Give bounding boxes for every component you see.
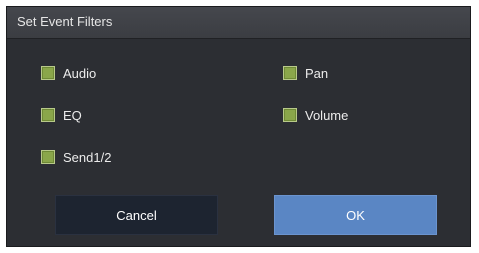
checkbox-checked-icon[interactable] — [41, 150, 55, 164]
dialog-title: Set Event Filters — [17, 14, 113, 29]
ok-button[interactable]: OK — [274, 195, 437, 235]
set-event-filters-dialog: Set Event Filters Audio Pan EQ Volume Se… — [6, 6, 471, 247]
volume-filter-checkbox[interactable]: Volume — [283, 106, 348, 124]
eq-filter-label: EQ — [63, 107, 82, 123]
volume-filter-label: Volume — [305, 107, 349, 123]
audio-filter-label: Audio — [63, 65, 97, 81]
dialog-title-bar: Set Event Filters — [7, 7, 470, 39]
checkbox-checked-icon[interactable] — [41, 108, 55, 122]
checkbox-checked-icon[interactable] — [283, 66, 297, 80]
cancel-button[interactable]: Cancel — [55, 195, 218, 235]
audio-filter-checkbox[interactable]: Audio — [41, 64, 96, 82]
pan-filter-checkbox[interactable]: Pan — [283, 64, 328, 82]
checkbox-checked-icon[interactable] — [41, 66, 55, 80]
send-filter-label: Send1/2 — [63, 149, 112, 165]
checkbox-checked-icon[interactable] — [283, 108, 297, 122]
eq-filter-checkbox[interactable]: EQ — [41, 106, 82, 124]
send-filter-checkbox[interactable]: Send1/2 — [41, 148, 111, 166]
pan-filter-label: Pan — [305, 65, 329, 81]
